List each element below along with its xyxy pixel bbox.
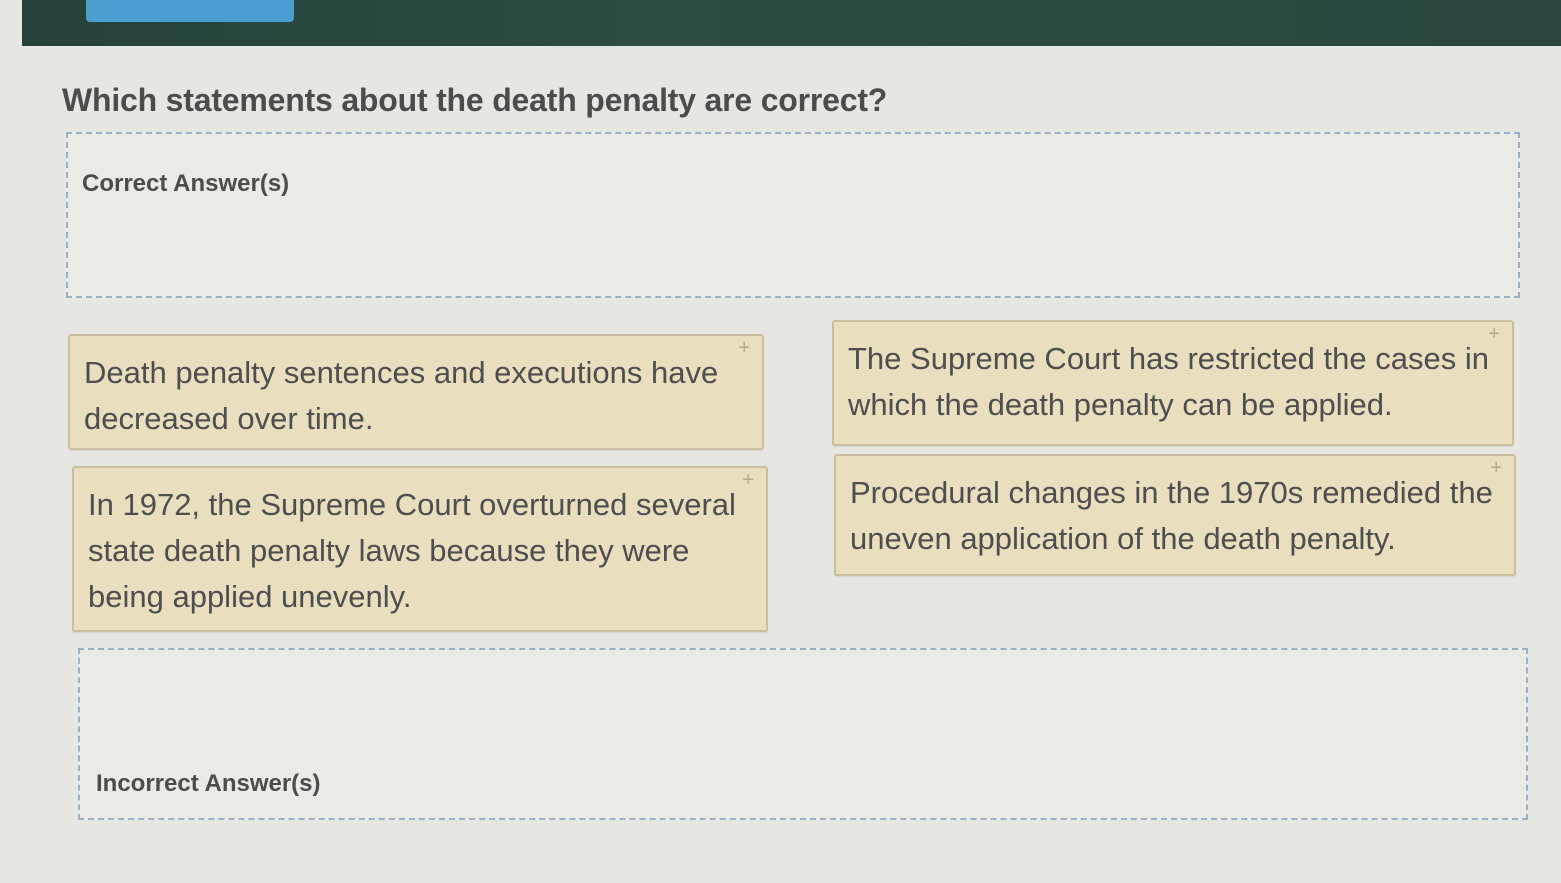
answer-card-text: The Supreme Court has restricted the cas… [848, 341, 1489, 422]
top-header-bar [22, 0, 1561, 46]
plus-icon: + [1490, 457, 1502, 479]
answer-card-text: In 1972, the Supreme Court overturned se… [88, 487, 736, 614]
correct-answers-label: Correct Answer(s) [82, 170, 290, 197]
answer-card-1972[interactable]: + In 1972, the Supreme Court overturned … [72, 466, 768, 632]
incorrect-answers-drop-zone[interactable]: Incorrect Answer(s) [78, 648, 1528, 820]
plus-icon: + [1488, 323, 1500, 345]
plus-icon: + [742, 469, 754, 491]
question-title: Which statements about the death penalty… [62, 82, 888, 118]
correct-answers-drop-zone[interactable]: Correct Answer(s) [66, 132, 1520, 298]
plus-icon: + [738, 337, 750, 359]
answer-card-decreased[interactable]: + Death penalty sentences and executions… [68, 334, 764, 450]
answer-card-procedural[interactable]: + Procedural changes in the 1970s remedi… [834, 454, 1516, 576]
answer-card-text: Death penalty sentences and executions h… [84, 355, 719, 436]
answer-card-restricted[interactable]: + The Supreme Court has restricted the c… [832, 320, 1514, 446]
incorrect-answers-label: Incorrect Answer(s) [96, 770, 321, 797]
header-tab[interactable] [86, 0, 294, 22]
answer-card-text: Procedural changes in the 1970s remedied… [850, 475, 1493, 556]
